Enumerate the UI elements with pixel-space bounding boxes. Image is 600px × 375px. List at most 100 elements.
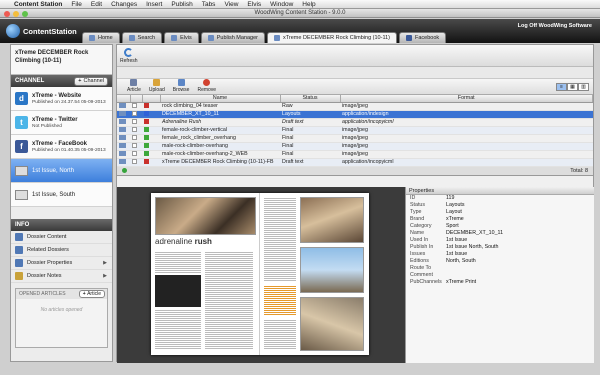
table-row[interactable]: xTreme DECEMBER Rock Climbing (10-11)-FB…	[117, 158, 593, 167]
table-row[interactable]: male-rock-climber-overhang Final image/jpe…	[117, 142, 593, 151]
new-article-label: Article	[87, 291, 101, 297]
row-name: female_rock_climber_overhang	[160, 134, 280, 143]
info-header-label: INFO	[15, 222, 30, 228]
menu-help[interactable]: Help	[302, 1, 315, 8]
text-column	[264, 197, 296, 281]
column-view-icon[interactable]: ▥	[578, 83, 589, 91]
zoom-window-button[interactable]	[22, 10, 28, 17]
add-channel-button[interactable]: + Channel	[74, 76, 108, 86]
content-toolbar: Article Upload Browse Remove ≡ ▦ ▥	[117, 79, 593, 95]
info-item-dossier-content[interactable]: Dossier Content	[11, 231, 112, 244]
tab-label: Elvis	[180, 35, 192, 41]
close-window-button[interactable]	[4, 10, 10, 17]
layout-preview[interactable]: adrenaline rush	[117, 187, 405, 363]
window-titlebar: WoodWing Content Station - 9.0.0	[0, 9, 600, 18]
property-value: Layout	[446, 209, 462, 215]
channel-item-facebook[interactable]: f xTreme - FaceBook Published on 01.40.35…	[11, 135, 112, 159]
tab-facebook[interactable]: Facebook	[398, 32, 447, 43]
checkbox-icon[interactable]	[132, 135, 137, 141]
menu-tabs[interactable]: Tabs	[202, 1, 216, 8]
menu-elvis[interactable]: Elvis	[247, 1, 261, 8]
property-row: Status Layouts	[406, 202, 594, 209]
channel-name: xTreme - FaceBook	[32, 140, 88, 147]
menu-insert[interactable]: Insert	[146, 1, 162, 8]
row-flag-cell	[130, 142, 142, 151]
tab-home[interactable]: Home	[82, 32, 120, 43]
pull-quote-box	[155, 275, 201, 307]
row-name: Adrenaline Rush	[160, 118, 280, 127]
tab-publish-manager[interactable]: Publish Manager	[200, 32, 266, 43]
col-name[interactable]: Name	[160, 95, 281, 103]
issue-item-north[interactable]: 1st Issue, North	[11, 159, 112, 183]
tab-bar: Home Search Elvis Publish Manager xTreme…	[82, 32, 447, 43]
property-value: Sport	[446, 223, 459, 229]
refresh-button[interactable]: Refresh	[120, 48, 138, 64]
table-row[interactable]: male-rock-climber-overhang-2_WEB Final ima…	[117, 150, 593, 159]
row-status: Final	[280, 134, 340, 143]
col-format[interactable]: Format	[340, 95, 593, 103]
menu-publish[interactable]: Publish	[171, 1, 192, 8]
info-item-dossier-notes[interactable]: Dossier Notes ▶	[11, 270, 112, 283]
channel-name: xTreme - Twitter	[32, 116, 78, 123]
issue-item-south[interactable]: 1st Issue, South	[11, 183, 112, 207]
new-article-button[interactable]: + Article	[78, 290, 105, 298]
row-status-color-cell	[142, 118, 160, 127]
info-item-related-dossiers[interactable]: Related Dossiers	[11, 244, 112, 257]
property-row: PubChannels xTreme Print	[406, 279, 594, 286]
checkbox-icon[interactable]	[132, 151, 137, 157]
table-row[interactable]: Adrenaline Rush Draft text application/inc…	[117, 118, 593, 127]
checkbox-icon[interactable]	[132, 119, 137, 125]
menu-app[interactable]: Content Station	[14, 1, 62, 8]
menu-changes[interactable]: Changes	[111, 1, 137, 8]
menu-edit[interactable]: Edit	[91, 1, 102, 8]
row-status: Final	[280, 142, 340, 151]
table-row[interactable]: DECEMBER_XT_10_11 Layouts application/inde…	[117, 110, 593, 119]
row-status-color-cell	[142, 126, 160, 135]
row-name: male-rock-climber-overhang-2_WEB	[160, 150, 280, 159]
checkbox-icon[interactable]	[132, 127, 137, 133]
channel-item-website[interactable]: d xTreme - Website Published on 24.37.54 …	[11, 87, 112, 111]
status-color-icon	[144, 151, 149, 157]
property-row: Issues 1st Issue	[406, 251, 594, 258]
status-color-icon	[144, 111, 149, 117]
menu-view[interactable]: View	[224, 1, 238, 8]
menu-window[interactable]: Window	[270, 1, 293, 8]
row-type-cell	[117, 126, 130, 135]
property-row: Route To	[406, 265, 594, 272]
checkbox-icon[interactable]	[132, 111, 137, 117]
property-value: xTreme Print	[446, 279, 477, 285]
tab-search[interactable]: Search	[121, 32, 163, 43]
text-column	[205, 251, 253, 349]
checkbox-icon[interactable]	[132, 103, 137, 109]
article-button[interactable]: Article	[127, 79, 141, 93]
channel-item-twitter[interactable]: t xTreme - Twitter Not Published	[11, 111, 112, 135]
row-status-color-cell	[142, 102, 160, 111]
logoff-link[interactable]: Log Off WoodWing Software	[518, 23, 592, 29]
property-key: Editions	[410, 258, 429, 264]
property-key: Issues	[410, 251, 426, 257]
table-row[interactable]: female-rock-climber-vertical Final image/j…	[117, 126, 593, 135]
info-item-dossier-properties[interactable]: Dossier Properties ▶	[11, 257, 112, 270]
row-flag-cell	[130, 126, 142, 135]
checkbox-icon[interactable]	[132, 159, 137, 165]
menu-file[interactable]: File	[71, 1, 81, 8]
browse-button[interactable]: Browse	[173, 79, 189, 93]
col-status[interactable]: Status	[280, 95, 341, 103]
property-value: xTreme	[446, 216, 464, 222]
minimize-window-button[interactable]	[13, 10, 19, 17]
tab-elvis[interactable]: Elvis	[164, 32, 199, 43]
table-row[interactable]: female_rock_climber_overhang Final image/j…	[117, 134, 593, 143]
row-status-color-cell	[142, 110, 160, 119]
thumbnail-view-icon[interactable]: ▦	[567, 83, 578, 91]
upload-button[interactable]: Upload	[149, 79, 165, 93]
remove-button[interactable]: Remove	[197, 79, 216, 93]
chevron-right-icon: ▶	[103, 273, 107, 279]
row-type-cell	[117, 134, 130, 143]
checkbox-icon[interactable]	[132, 143, 137, 149]
list-view-icon[interactable]: ≡	[556, 83, 567, 91]
dossier-content-icon	[15, 233, 23, 241]
tab-dossier[interactable]: xTreme DECEMBER Rock Climbing (10-11)	[267, 32, 397, 43]
file-type-icon	[119, 111, 126, 117]
table-row[interactable]: rock climbing_04 teaser Raw image/jpeg	[117, 102, 593, 111]
add-channel-label: Channel	[83, 78, 105, 84]
